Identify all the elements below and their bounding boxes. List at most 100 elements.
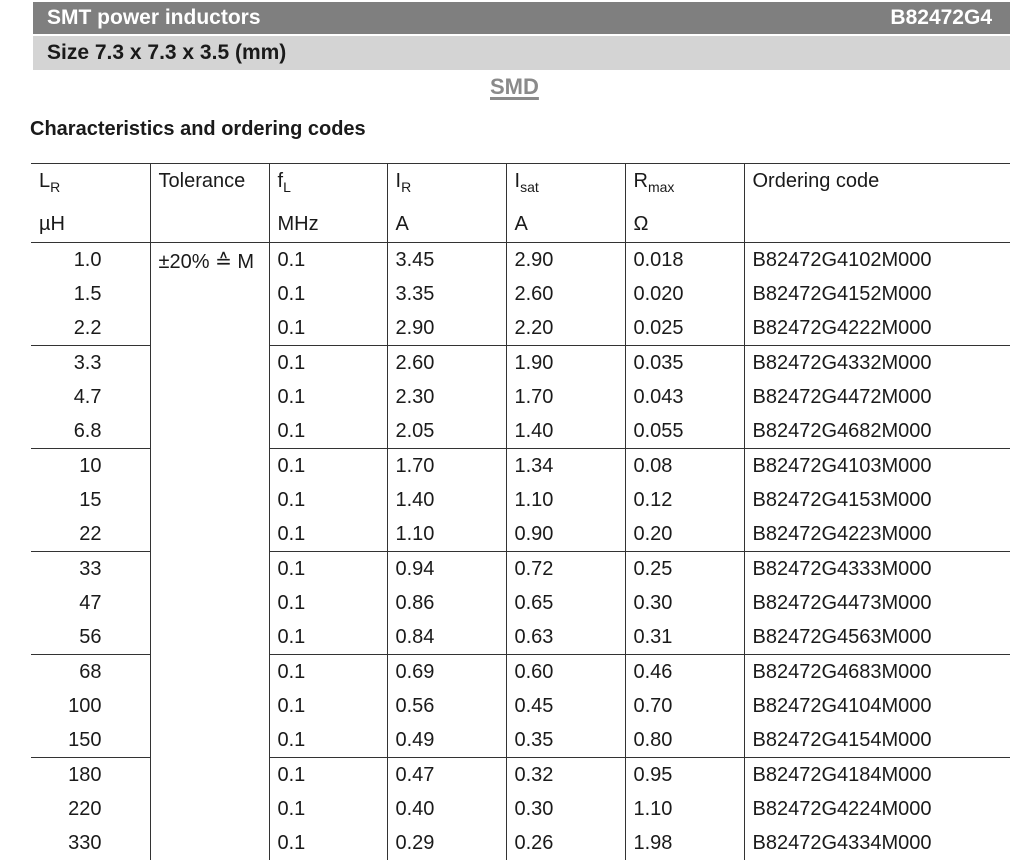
cell-ir: 2.30 <box>386 380 506 414</box>
cell-code: B82472G4472M000 <box>743 380 1010 414</box>
cell-code: B82472G4473M000 <box>743 586 1010 620</box>
col-header-isat: Isat <box>505 163 625 206</box>
cell-isat: 1.90 <box>505 345 625 380</box>
cell-rmax: 0.46 <box>624 654 744 689</box>
cell-ir: 0.56 <box>386 689 506 723</box>
cell-fl: 0.1 <box>268 723 387 758</box>
cell-rmax: 0.20 <box>624 517 744 552</box>
cell-fl: 0.1 <box>268 517 387 552</box>
unit-code <box>743 206 1010 243</box>
cell-fl: 0.1 <box>268 689 387 723</box>
cell-ir: 0.69 <box>386 654 506 689</box>
col-header-ir: IR <box>386 163 506 206</box>
cell-code: B82472G4103M000 <box>743 448 1010 483</box>
cell-rmax: 0.035 <box>624 345 744 380</box>
cell-rmax: 0.30 <box>624 586 744 620</box>
unit-isat: A <box>505 206 625 243</box>
cell-lr: 1.5 <box>73 282 102 305</box>
cell-isat: 0.30 <box>505 792 625 826</box>
cell-lr: 2.2 <box>73 316 102 339</box>
cell-fl: 0.1 <box>268 414 387 449</box>
cell-lr: 22 <box>79 522 102 545</box>
cell-rmax: 0.020 <box>624 277 744 311</box>
cell-fl: 0.1 <box>268 380 387 414</box>
cell-lr: 220 <box>68 797 102 820</box>
cell-rmax: 0.25 <box>624 551 744 586</box>
cell-code: B82472G4332M000 <box>743 345 1010 380</box>
cell-ir: 3.35 <box>386 277 506 311</box>
cell-ir: 0.86 <box>386 586 506 620</box>
table-row: 1.0 ±20% ≙ M 0.1 3.45 2.90 0.018 B82472G4102M0… <box>31 242 1010 860</box>
size-label: Size 7.3 x 7.3 x 3.5 (mm) <box>47 41 287 64</box>
part-number: B82472G4 <box>890 6 992 29</box>
cell-fl: 0.1 <box>268 620 387 655</box>
table-body: 1.0 ±20% ≙ M 0.1 3.45 2.90 0.018 B82472G4102M0… <box>31 242 1010 860</box>
cell-isat: 0.63 <box>505 620 625 655</box>
cell-rmax: 0.043 <box>624 380 744 414</box>
cell-fl: 0.1 <box>268 483 387 517</box>
cell-lr: 330 <box>68 831 102 854</box>
cell-lr: 150 <box>68 728 102 751</box>
cell-code: B82472G4104M000 <box>743 689 1010 723</box>
cell-rmax: 0.055 <box>624 414 744 449</box>
size-bar: Size 7.3 x 7.3 x 3.5 (mm) <box>33 36 1010 70</box>
unit-rmax: Ω <box>624 206 744 243</box>
cell-fl: 0.1 <box>268 311 387 346</box>
cell-lr: 100 <box>68 694 102 717</box>
cell-tolerance: ±20% ≙ M <box>149 242 269 860</box>
section-title: Characteristics and ordering codes <box>30 118 366 140</box>
cell-fl: 0.1 <box>268 551 387 586</box>
cell-rmax: 0.31 <box>624 620 744 655</box>
cell-lr: 47 <box>79 591 102 614</box>
cell-code: B82472G4563M000 <box>743 620 1010 655</box>
cell-code: B82472G4333M000 <box>743 551 1010 586</box>
cell-code: B82472G4152M000 <box>743 277 1010 311</box>
cell-ir: 2.60 <box>386 345 506 380</box>
cell-rmax: 1.10 <box>624 792 744 826</box>
cell-fl: 0.1 <box>268 345 387 380</box>
cell-isat: 1.40 <box>505 414 625 449</box>
cell-code: B82472G4683M000 <box>743 654 1010 689</box>
mount-type-label: SMD <box>490 74 539 99</box>
unit-tolerance <box>149 206 269 243</box>
cell-code: B82472G4102M000 <box>743 242 1010 277</box>
cell-lr: 15 <box>79 488 102 511</box>
col-header-lr: LR <box>31 163 150 206</box>
cell-isat: 0.45 <box>505 689 625 723</box>
cell-ir: 3.45 <box>386 242 506 277</box>
cell-code: B82472G4223M000 <box>743 517 1010 552</box>
cell-ir: 1.40 <box>386 483 506 517</box>
cell-code: B82472G4222M000 <box>743 311 1010 346</box>
cell-rmax: 0.018 <box>624 242 744 277</box>
col-header-fl: fL <box>268 163 387 206</box>
cell-lr: 1.0 <box>73 248 102 271</box>
cell-lr: 33 <box>31 551 150 586</box>
cell-rmax: 1.98 <box>624 826 744 860</box>
cell-ir: 0.49 <box>386 723 506 758</box>
col-header-rmax: Rmax <box>624 163 744 206</box>
cell-lr: 56 <box>79 625 102 648</box>
cell-rmax: 0.025 <box>624 311 744 346</box>
cell-isat: 0.90 <box>505 517 625 552</box>
cell-ir: 0.47 <box>386 757 506 792</box>
cell-isat: 2.20 <box>505 311 625 346</box>
cell-fl: 0.1 <box>268 826 387 860</box>
cell-rmax: 0.95 <box>624 757 744 792</box>
cell-code: B82472G4153M000 <box>743 483 1010 517</box>
cell-code: B82472G4224M000 <box>743 792 1010 826</box>
cell-code: B82472G4334M000 <box>743 826 1010 860</box>
characteristics-table: LR Tolerance fL IR Isat Rmax Ordering co… <box>31 163 1010 860</box>
cell-isat: 2.90 <box>505 242 625 277</box>
cell-lr: 10 <box>31 448 150 483</box>
cell-ir: 2.05 <box>386 414 506 449</box>
cell-lr: 3.3 <box>31 345 150 380</box>
col-header-ordering-code: Ordering code <box>743 163 1010 206</box>
cell-fl: 0.1 <box>268 586 387 620</box>
cell-ir: 2.90 <box>386 311 506 346</box>
cell-isat: 2.60 <box>505 277 625 311</box>
cell-ir: 0.94 <box>386 551 506 586</box>
cell-isat: 0.72 <box>505 551 625 586</box>
cell-fl: 0.1 <box>268 242 387 277</box>
unit-ir: A <box>386 206 506 243</box>
cell-ir: 0.84 <box>386 620 506 655</box>
